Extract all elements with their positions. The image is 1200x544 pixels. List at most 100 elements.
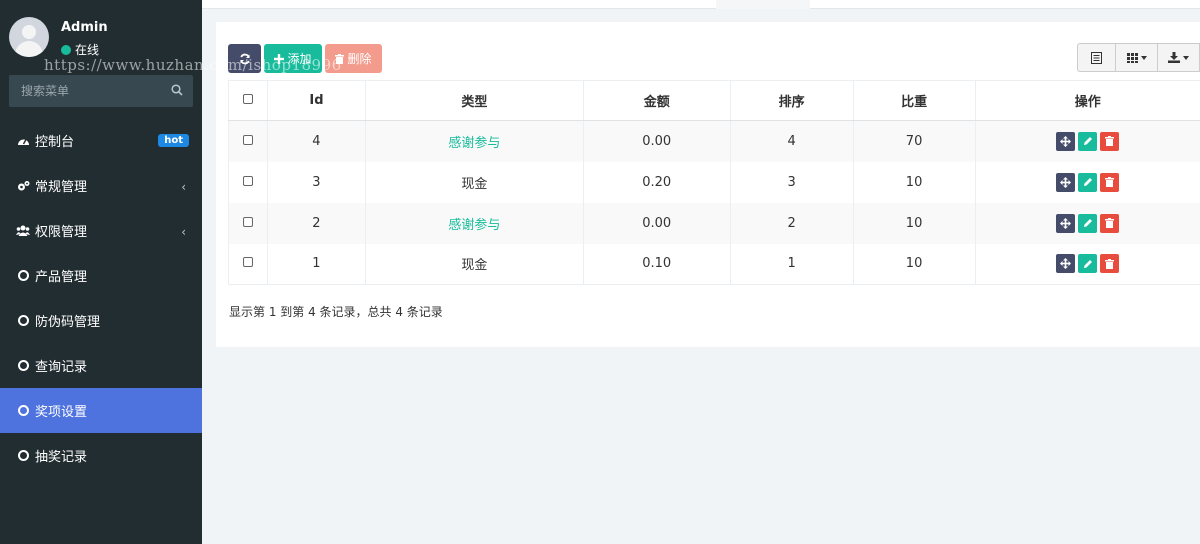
prize-table: Id 类型 金额 排序 比重 操作 4 感谢参与 0.00 4 70 3 现金 …: [228, 80, 1200, 285]
users-icon: [16, 224, 30, 238]
caret-down-icon: [1183, 55, 1189, 60]
cell-id: 2: [266, 202, 366, 244]
cell-amount: 0.10: [582, 243, 731, 285]
row-checkbox[interactable]: [242, 134, 253, 145]
cell-type: 感谢参与: [448, 135, 501, 151]
pencil-icon: [1083, 219, 1092, 227]
circle-icon: [16, 404, 30, 418]
delete-row-button[interactable]: [1100, 131, 1120, 151]
edit-button[interactable]: [1078, 213, 1098, 233]
download-icon: [1168, 52, 1180, 63]
circle-icon: [16, 314, 30, 328]
cell-amount: 0.20: [582, 161, 731, 203]
search-icon[interactable]: [171, 84, 183, 96]
delete-row-button[interactable]: [1100, 172, 1120, 192]
user-status: 在线: [61, 41, 99, 58]
sidebar-item-prize-settings[interactable]: 奖项设置: [0, 388, 202, 433]
sidebar-item-label: 控制台: [35, 135, 75, 150]
delete-row-button[interactable]: [1100, 213, 1120, 233]
sidebar-item-products[interactable]: 产品管理: [0, 253, 202, 298]
sidebar-item-dashboard[interactable]: 控制台 hot: [0, 118, 202, 163]
user-name: Admin: [61, 20, 108, 35]
cell-weight: 10: [852, 161, 976, 203]
cell-id: 4: [266, 120, 366, 162]
table-row: 3 现金 0.20 3 10: [228, 161, 1200, 203]
avatar[interactable]: [9, 17, 49, 57]
pencil-icon: [1083, 259, 1092, 268]
select-all-checkbox[interactable]: [242, 94, 253, 104]
drag-sort-button[interactable]: [1056, 213, 1076, 233]
active-tab[interactable]: [716, 0, 810, 9]
refresh-icon: [239, 53, 250, 64]
columns-button[interactable]: [1116, 44, 1158, 71]
dashboard-icon: [16, 134, 30, 148]
cell-weight: 70: [852, 120, 976, 162]
plus-icon: [274, 53, 285, 64]
column-header-amount[interactable]: 金额: [582, 80, 731, 121]
drag-sort-button[interactable]: [1056, 131, 1076, 151]
hot-badge: hot: [158, 134, 189, 147]
cell-type: 现金: [461, 176, 488, 192]
sidebar: Admin 在线 https://www.huzhan.com/ishop189…: [0, 0, 341, 544]
circle-icon: [16, 449, 30, 463]
row-checkbox[interactable]: [242, 257, 253, 268]
chevron-left-icon: ‹: [181, 225, 186, 239]
export-button[interactable]: [1158, 44, 1200, 71]
pagination-info: 显示第 1 到第 4 条记录，总共 4 条记录: [229, 305, 443, 319]
cogs-icon: [16, 179, 30, 193]
grid-icon: [1126, 52, 1138, 63]
caret-down-icon: [1140, 55, 1147, 60]
row-checkbox[interactable]: [242, 175, 253, 186]
trash-icon: [1105, 258, 1115, 269]
trash-icon: [1105, 218, 1115, 228]
sidebar-item-label: 防伪码管理: [35, 315, 101, 330]
column-header-actions: 操作: [974, 80, 1200, 121]
user-status-label: 在线: [75, 43, 100, 57]
toggle-view-button[interactable]: [1078, 44, 1116, 71]
delete-row-button[interactable]: [1100, 254, 1120, 274]
move-icon: [1060, 258, 1072, 270]
column-header-weight[interactable]: 比重: [852, 80, 976, 121]
trash-icon: [335, 53, 345, 64]
sidebar-item-query-records[interactable]: 查询记录: [0, 343, 202, 388]
cell-type: 感谢参与: [448, 217, 501, 233]
trash-icon: [1105, 177, 1115, 187]
cell-sort: 2: [729, 202, 854, 244]
pencil-icon: [1083, 178, 1092, 186]
search-box: [9, 75, 193, 107]
select-all-cell: [228, 80, 268, 121]
move-icon: [1060, 135, 1072, 147]
column-header-id[interactable]: Id: [266, 80, 366, 121]
column-header-type[interactable]: 类型: [364, 80, 584, 121]
chevron-left-icon: ‹: [181, 180, 186, 194]
list-icon: [1091, 51, 1102, 64]
edit-button[interactable]: [1078, 254, 1098, 274]
table-row: 1 现金 0.10 1 10: [228, 243, 1200, 285]
delete-button[interactable]: 删除: [325, 44, 382, 73]
sidebar-item-anticounterfeit[interactable]: 防伪码管理: [0, 298, 202, 343]
cell-id: 1: [266, 243, 366, 285]
edit-button[interactable]: [1078, 172, 1098, 192]
search-input[interactable]: [9, 75, 159, 107]
move-icon: [1060, 176, 1072, 188]
sidebar-item-label: 常规管理: [35, 180, 88, 195]
drag-sort-button[interactable]: [1056, 172, 1076, 192]
cell-weight: 10: [852, 202, 976, 244]
move-icon: [1060, 217, 1072, 229]
cell-sort: 1: [729, 243, 854, 285]
edit-button[interactable]: [1078, 131, 1098, 151]
sidebar-menu: 控制台 hot 常规管理 ‹ 权限管理 ‹ 产品管理 防伪码管理 查询记录 奖项…: [0, 118, 202, 478]
table-row: 4 感谢参与 0.00 4 70: [228, 120, 1200, 162]
column-header-sort[interactable]: 排序: [729, 80, 854, 121]
user-panel: Admin 在线: [0, 0, 202, 64]
sidebar-item-draw-records[interactable]: 抽奖记录: [0, 433, 202, 478]
sidebar-item-general[interactable]: 常规管理 ‹: [0, 163, 202, 208]
row-checkbox[interactable]: [242, 216, 253, 227]
sidebar-item-permissions[interactable]: 权限管理 ‹: [0, 208, 202, 253]
refresh-button[interactable]: [228, 44, 261, 73]
add-button[interactable]: 添加: [264, 44, 322, 73]
circle-icon: [16, 359, 30, 373]
cell-id: 3: [266, 161, 366, 203]
drag-sort-button[interactable]: [1056, 254, 1076, 274]
main-panel: 添加 删除 Id 类型 金额 排序 比重 操作 4 感谢参与 0.00 4 70…: [216, 22, 1200, 347]
